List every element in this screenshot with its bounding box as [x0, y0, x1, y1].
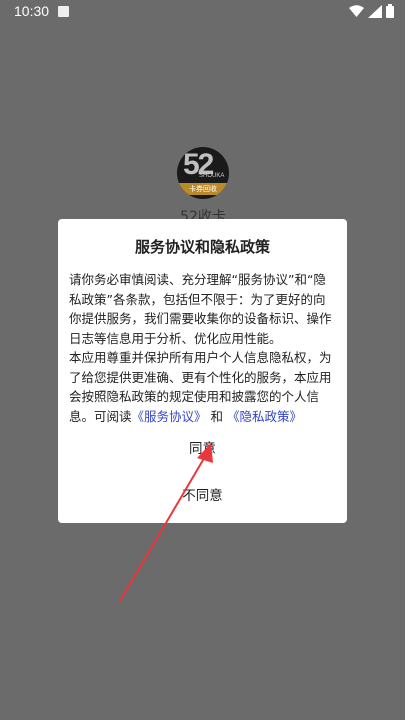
status-bar: 10:30	[0, 0, 405, 24]
wifi-icon	[349, 5, 364, 17]
logo-band: 卡券回收	[177, 183, 229, 195]
battery-icon	[386, 4, 394, 18]
status-time: 10:30	[14, 3, 50, 19]
agree-button[interactable]: 同意	[58, 437, 347, 457]
notification-icon	[58, 6, 69, 17]
signal-icon	[368, 5, 382, 18]
disagree-button[interactable]: 不同意	[58, 484, 347, 504]
dialog-title: 服务协议和隐私政策	[134, 238, 270, 256]
service-agreement-link[interactable]: 《服务协议》	[132, 409, 207, 424]
dialog-paragraph-2: 本应用尊重并保护所有用户个人信息隐私权，为了给您提供更准确、更有个性化的服务，本…	[69, 348, 337, 426]
logo-subtext: SHOUKA	[199, 173, 225, 179]
app-logo: 52 SHOUKA 卡券回收	[177, 147, 229, 199]
dialog-paragraph-1: 请你务必审慎阅读、充分理解“服务协议”和“隐私政策”各条款，包括但不限于：为了更…	[69, 272, 332, 346]
dialog-body: 请你务必审慎阅读、充分理解“服务协议”和“隐私政策”各条款，包括但不限于：为了更…	[69, 270, 337, 426]
privacy-dialog: 服务协议和隐私政策 请你务必审慎阅读、充分理解“服务协议”和“隐私政策”各条款，…	[58, 219, 347, 523]
privacy-policy-link[interactable]: 《隐私政策》	[227, 409, 302, 424]
conjunction-text: 和	[210, 408, 224, 424]
